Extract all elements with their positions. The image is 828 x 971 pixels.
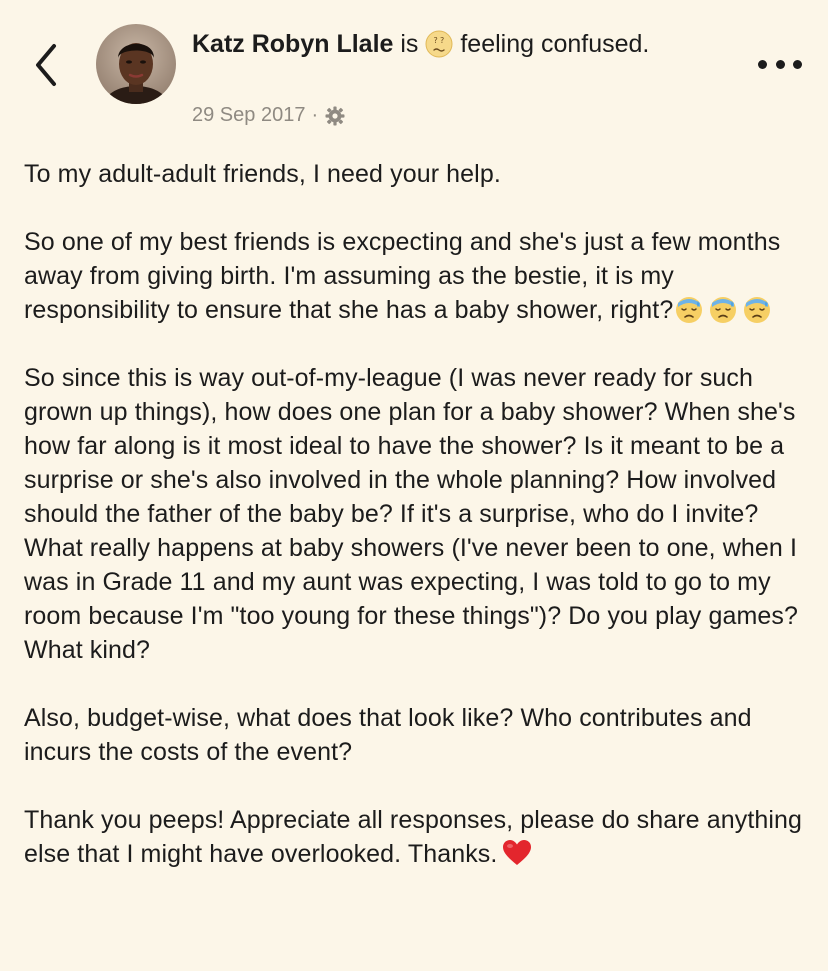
gear-icon[interactable] [324, 105, 346, 127]
activity-connector: is [400, 30, 419, 58]
post-paragraph: So since this is way out-of-my-league (I… [24, 364, 798, 664]
meta-separator: · [311, 104, 319, 126]
activity-text: feeling confused. [460, 30, 650, 58]
svg-text:?: ? [440, 36, 444, 45]
post-paragraph-text: So one of my best friends is excpecting … [24, 228, 781, 324]
avatar[interactable] [96, 24, 176, 104]
svg-text:?: ? [434, 36, 438, 45]
post-paragraph: Also, budget-wise, what does that look l… [24, 704, 752, 766]
chevron-left-icon [36, 44, 56, 86]
ellipsis-icon [758, 59, 767, 69]
post-body: To my adult-adult friends, I need your h… [24, 157, 814, 905]
post-header: Katz Robyn Llale is ? ? feeling confused… [0, 0, 828, 140]
post-paragraph: To my adult-adult friends, I need your h… [24, 160, 501, 188]
sweat-face-icon [710, 297, 737, 323]
confused-face-icon: ? ? [425, 30, 453, 58]
red-heart-icon [503, 840, 532, 865]
sweat-face-icon [676, 297, 703, 323]
ellipsis-dot [775, 59, 785, 69]
back-button[interactable] [26, 38, 66, 92]
more-options-button[interactable] [758, 54, 802, 74]
post-date[interactable]: 29 Sep 2017 [192, 104, 305, 127]
post-paragraph-with-emojis: So one of my best friends is excpecting … [24, 225, 814, 327]
ellipsis-dot [793, 59, 802, 69]
post-paragraph-text: Thank you peeps! Appreciate all response… [24, 806, 803, 868]
sweat-face-icon [744, 297, 771, 323]
post-meta: 29 Sep 2017 · [192, 104, 346, 127]
author-name[interactable]: Katz Robyn Llale [192, 30, 393, 58]
post-paragraph-with-heart: Thank you peeps! Appreciate all response… [24, 803, 814, 871]
post-title: Katz Robyn Llale is ? ? feeling confused… [192, 26, 752, 62]
